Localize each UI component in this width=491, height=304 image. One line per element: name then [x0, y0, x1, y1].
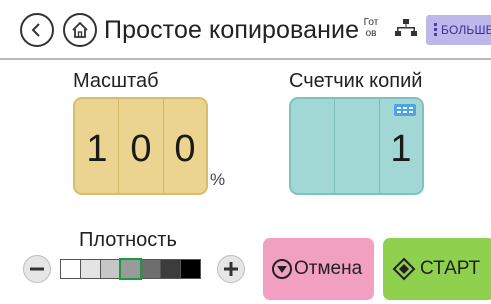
- back-arrow-icon: [31, 23, 40, 37]
- status-text-line1: Гот: [363, 17, 379, 28]
- copies-label: Счетчик копий: [289, 70, 423, 92]
- scale-digit: 0: [130, 128, 152, 170]
- scale-field[interactable]: 1 0 0: [73, 97, 208, 195]
- density-step[interactable]: [140, 259, 161, 279]
- scale-digit: 1: [86, 128, 108, 170]
- keypad-icon: [394, 104, 416, 116]
- scale-label: Масштаб: [73, 70, 159, 92]
- digit-divider: [334, 99, 335, 193]
- page-title: Простое копирование: [104, 16, 360, 44]
- density-step[interactable]: [80, 259, 101, 279]
- start-diamond-icon: [392, 257, 416, 281]
- status-indicator: Гот ов: [358, 17, 384, 39]
- density-decrease-button[interactable]: [23, 255, 51, 283]
- density-scale[interactable]: [60, 258, 201, 280]
- more-button-label: БОЛЬШЕ: [441, 23, 491, 37]
- density-step[interactable]: [180, 259, 201, 279]
- start-button-label: СТАРТ: [420, 258, 481, 279]
- start-button[interactable]: СТАРТ: [383, 238, 491, 300]
- copies-field[interactable]: 1: [289, 97, 424, 195]
- status-text-line2: ов: [365, 28, 377, 39]
- scale-digit: 0: [174, 128, 196, 170]
- minus-icon: [30, 267, 44, 271]
- scale-unit: %: [210, 170, 226, 189]
- top-bar: Простое копирование Гот ов БОЛЬШЕ: [0, 0, 491, 60]
- cancel-button[interactable]: Отмена: [263, 238, 374, 300]
- home-button[interactable]: [63, 13, 97, 47]
- density-step[interactable]: [60, 259, 81, 279]
- back-button[interactable]: [20, 13, 54, 47]
- network-icon: [395, 19, 417, 36]
- density-step[interactable]: [100, 259, 121, 279]
- density-increase-button[interactable]: [217, 255, 245, 283]
- density-step-selected[interactable]: [119, 258, 142, 280]
- home-icon: [72, 21, 88, 38]
- cancel-button-label: Отмена: [294, 258, 363, 279]
- copies-digit: 1: [390, 128, 412, 170]
- more-button[interactable]: БОЛЬШЕ: [426, 15, 491, 45]
- stop-icon: [272, 259, 292, 279]
- plus-icon: [224, 262, 238, 276]
- density-label: Плотность: [79, 229, 177, 251]
- more-dots-icon: [434, 23, 437, 38]
- density-step[interactable]: [160, 259, 181, 279]
